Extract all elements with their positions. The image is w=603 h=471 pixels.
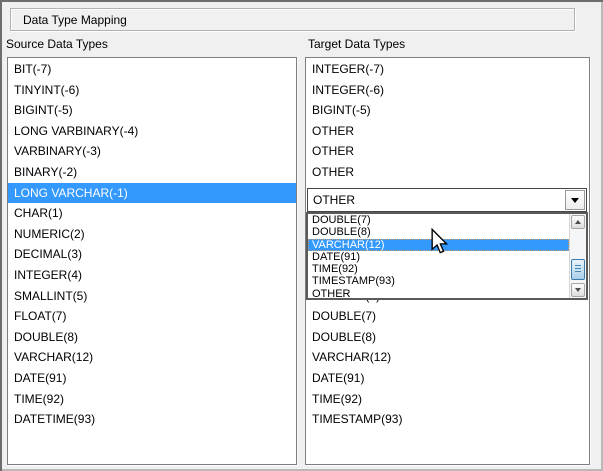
list-item[interactable]: TIME(92) (307, 389, 588, 410)
data-type-mapping-dialog: Data Type Mapping Source Data Types Targ… (0, 0, 603, 471)
target-data-types-list[interactable]: INTEGER(-7)INTEGER(-6)BIGINT(-5)OTHEROTH… (305, 57, 590, 465)
list-item[interactable]: INTEGER(-6) (307, 80, 588, 101)
list-item[interactable]: CHAR(1) (9, 203, 295, 224)
dropdown-option[interactable]: OTHER (308, 288, 569, 300)
list-item[interactable]: VARCHAR(12) (9, 347, 295, 368)
list-item[interactable]: DATE(91) (9, 368, 295, 389)
scrollbar-thumb[interactable] (571, 259, 585, 280)
dropdown-option[interactable]: TIME(92) (308, 263, 569, 275)
source-list-rows: BIT(-7)TINYINT(-6)BIGINT(-5)LONG VARBINA… (9, 59, 295, 430)
target-list-bottom-rows: DOUBLE(7)DOUBLE(8)VARCHAR(12)DATE(91)TIM… (307, 306, 588, 430)
list-item[interactable]: TIMESTAMP(93) (307, 409, 588, 430)
list-item[interactable]: DOUBLE(7) (307, 306, 588, 327)
list-item[interactable]: NUMERIC(2) (9, 224, 295, 245)
dialog-title: Data Type Mapping (23, 13, 127, 27)
dropdown-options: DOUBLE(7)DOUBLE(8)VARCHAR(12)DATE(91)TIM… (308, 214, 569, 298)
combobox-dropdown-list: DOUBLE(7)DOUBLE(8)VARCHAR(12)DATE(91)TIM… (306, 212, 588, 300)
arrow-down-icon (575, 288, 581, 292)
dropdown-option[interactable]: TIMESTAMP(93) (308, 275, 569, 287)
list-item[interactable]: OTHER (307, 162, 588, 183)
source-list-label: Source Data Types (6, 37, 108, 51)
target-list-label: Target Data Types (308, 37, 405, 51)
list-item[interactable]: VARBINARY(-3) (9, 141, 295, 162)
header-frame: Data Type Mapping (10, 8, 575, 31)
list-item[interactable]: DOUBLE(8) (9, 327, 295, 348)
dropdown-option[interactable]: DOUBLE(7) (308, 214, 569, 226)
list-item[interactable]: TIME(92) (9, 389, 295, 410)
combobox-dropdown-button[interactable] (565, 190, 585, 210)
chevron-down-icon (571, 198, 579, 203)
list-item[interactable]: BIT(-7) (9, 59, 295, 80)
combobox-value: OTHER (308, 193, 565, 207)
list-item[interactable]: OTHER (307, 141, 588, 162)
list-item[interactable]: LONG VARBINARY(-4) (9, 121, 295, 142)
list-item[interactable]: DECIMAL(3) (9, 244, 295, 265)
dropdown-scrollbar[interactable] (569, 214, 586, 298)
mouse-cursor-icon (430, 228, 448, 254)
target-type-combobox[interactable]: OTHER (307, 188, 587, 212)
list-item[interactable]: DATE(91) (307, 368, 588, 389)
target-list-top-rows: INTEGER(-7)INTEGER(-6)BIGINT(-5)OTHEROTH… (307, 59, 588, 183)
list-item[interactable]: INTEGER(-7) (307, 59, 588, 80)
list-item[interactable]: TINYINT(-6) (9, 80, 295, 101)
list-item[interactable]: SMALLINT(5) (9, 286, 295, 307)
list-item[interactable]: DOUBLE(8) (307, 327, 588, 348)
list-item[interactable]: LONG VARCHAR(-1) (8, 183, 296, 204)
list-item[interactable]: FLOAT(7) (9, 306, 295, 327)
list-item[interactable]: BIGINT(-5) (307, 100, 588, 121)
list-item[interactable]: DATETIME(93) (9, 409, 295, 430)
scroll-down-button[interactable] (571, 283, 585, 297)
source-data-types-list[interactable]: BIT(-7)TINYINT(-6)BIGINT(-5)LONG VARBINA… (7, 57, 297, 465)
list-item[interactable]: BIGINT(-5) (9, 100, 295, 121)
arrow-up-icon (575, 220, 581, 224)
list-item[interactable]: INTEGER(4) (9, 265, 295, 286)
scroll-up-button[interactable] (571, 215, 585, 229)
list-item[interactable]: BINARY(-2) (9, 162, 295, 183)
list-item[interactable]: VARCHAR(12) (307, 347, 588, 368)
list-item[interactable]: OTHER (307, 121, 588, 142)
